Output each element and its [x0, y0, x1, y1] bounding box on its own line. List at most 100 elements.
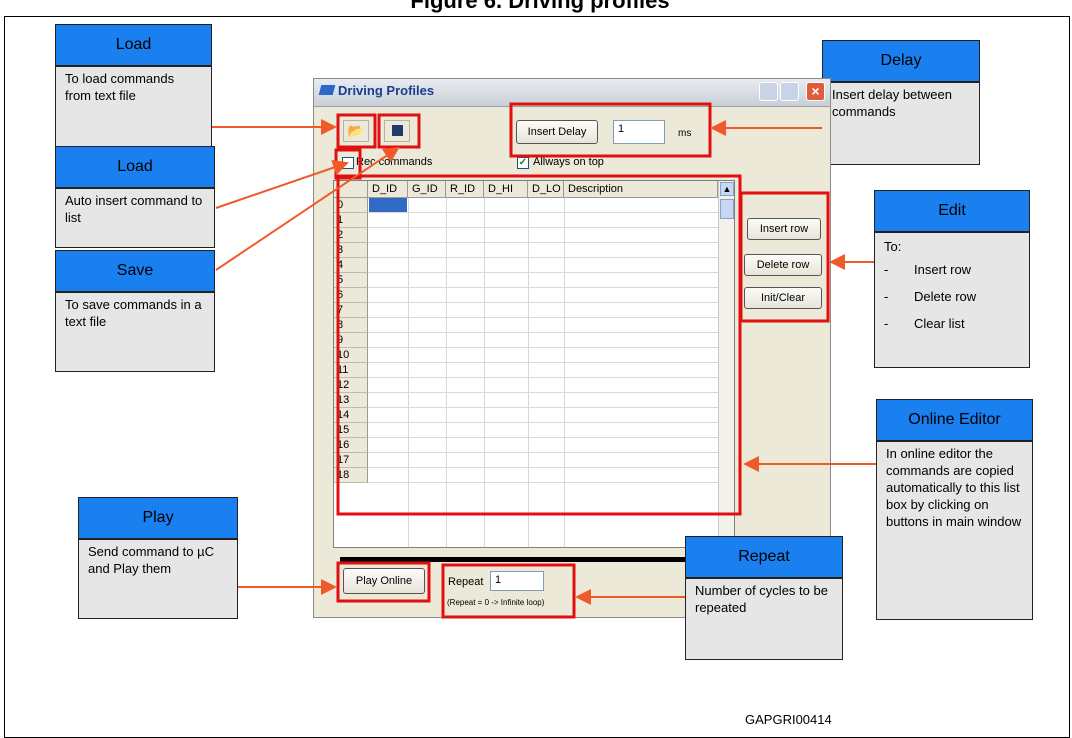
callout-text: Auto insert command to list — [55, 188, 215, 248]
play-online-button[interactable]: Play Online — [343, 568, 425, 594]
callout-title: Repeat — [685, 536, 843, 578]
table-row[interactable] — [368, 243, 718, 258]
callout-text: To load commands from text file — [55, 66, 212, 149]
grid-vertical-scrollbar[interactable]: ▲ — [718, 181, 734, 547]
table-row[interactable] — [368, 303, 718, 318]
column-header-g-id[interactable]: G_ID — [408, 181, 446, 198]
scroll-up-icon[interactable]: ▲ — [720, 182, 734, 196]
table-row[interactable] — [368, 438, 718, 453]
column-header-d-hi[interactable]: D_HI — [484, 181, 528, 198]
callout-title: Online Editor — [876, 399, 1033, 441]
close-icon[interactable]: × — [806, 82, 825, 101]
floppy-disk-icon — [391, 125, 403, 136]
table-row[interactable] — [368, 288, 718, 303]
callout-online-editor: Online Editor In online editor the comma… — [876, 399, 1033, 620]
open-folder-icon: 📂 — [347, 123, 365, 138]
row-header[interactable]: 12 — [334, 378, 368, 393]
row-header[interactable]: 8 — [334, 318, 368, 333]
edit-list-item: - Insert row — [884, 262, 972, 277]
callout-load-file: Load To load commands from text file — [55, 24, 212, 149]
insert-row-button[interactable]: Insert row — [747, 218, 821, 240]
row-header[interactable]: 15 — [334, 423, 368, 438]
callout-play: Play Send command to µC and Play them — [78, 497, 238, 619]
title-bar[interactable]: Driving Profiles × — [314, 79, 830, 107]
callout-delay: Delay Insert delay between commands — [822, 40, 980, 165]
table-row[interactable] — [368, 363, 718, 378]
row-header[interactable]: 4 — [334, 258, 368, 273]
callout-text: To save commands in a text file — [55, 292, 215, 372]
callout-title: Load — [55, 24, 212, 66]
app-icon — [318, 85, 336, 95]
callout-edit-body: To: - Insert row - Delete row - Clear list — [874, 232, 1030, 368]
row-header[interactable]: 3 — [334, 243, 368, 258]
callout-edit: Edit To: - Insert row - Delete row - Clear … — [874, 190, 1030, 368]
row-header[interactable]: 11 — [334, 363, 368, 378]
minimize-icon[interactable] — [759, 82, 778, 101]
callout-text: Send command to µC and Play them — [78, 539, 238, 619]
always-on-top-checkbox[interactable]: ✓ — [517, 157, 529, 169]
table-row[interactable] — [368, 333, 718, 348]
table-row[interactable] — [368, 348, 718, 363]
row-header[interactable]: 7 — [334, 303, 368, 318]
row-header[interactable]: 14 — [334, 408, 368, 423]
rec-commands-label: Rec commands — [356, 156, 433, 168]
row-header[interactable]: 10 — [334, 348, 368, 363]
callout-edit-intro: To: — [884, 239, 902, 254]
edit-list: - Insert row - Delete row - Clear list — [884, 261, 1020, 332]
table-row[interactable] — [368, 468, 718, 483]
grid-corner-header — [334, 181, 368, 198]
row-header[interactable]: 5 — [334, 273, 368, 288]
callout-text: Insert delay between commands — [822, 82, 980, 165]
row-header[interactable]: 9 — [334, 333, 368, 348]
table-row[interactable] — [368, 198, 718, 213]
table-row[interactable] — [368, 318, 718, 333]
maximize-icon[interactable] — [780, 82, 799, 101]
callout-load-auto: Load Auto insert command to list — [55, 146, 215, 248]
delay-input[interactable]: 1 — [613, 120, 665, 144]
column-header-description[interactable]: Description — [564, 181, 718, 198]
callout-title: Play — [78, 497, 238, 539]
table-row[interactable] — [368, 213, 718, 228]
table-row[interactable] — [368, 453, 718, 468]
row-header[interactable]: 13 — [334, 393, 368, 408]
repeat-hint: (Repeat = 0 -> Infinite loop) — [447, 598, 545, 607]
open-folder-button[interactable]: 📂 — [343, 120, 369, 142]
callout-title: Save — [55, 250, 215, 292]
save-file-button[interactable] — [384, 120, 410, 142]
delete-row-button[interactable]: Delete row — [744, 254, 822, 276]
callout-text: In online editor the commands are copied… — [876, 441, 1033, 620]
init-clear-button[interactable]: Init/Clear — [744, 287, 822, 309]
edit-list-item: - Clear list — [884, 316, 965, 331]
callout-repeat: Repeat Number of cycles to be repeated — [685, 536, 843, 660]
edit-list-item: - Delete row — [884, 289, 977, 304]
column-header-d-id[interactable]: D_ID — [368, 181, 408, 198]
column-header-d-lo[interactable]: D_LO — [528, 181, 564, 198]
table-row[interactable] — [368, 378, 718, 393]
row-header[interactable]: 2 — [334, 228, 368, 243]
table-row[interactable] — [368, 258, 718, 273]
row-header[interactable]: 0 — [334, 198, 368, 213]
table-row[interactable] — [368, 273, 718, 288]
row-header[interactable]: 18 — [334, 468, 368, 483]
row-header[interactable]: 16 — [334, 438, 368, 453]
row-header[interactable]: 6 — [334, 288, 368, 303]
horizontal-scrollbar[interactable] — [340, 557, 736, 562]
column-header-r-id[interactable]: R_ID — [446, 181, 484, 198]
callout-title: Edit — [874, 190, 1030, 232]
scroll-thumb[interactable] — [720, 199, 734, 219]
row-header[interactable]: 1 — [334, 213, 368, 228]
command-list-grid[interactable]: D_ID G_ID R_ID D_HI D_LO Description 0 1… — [333, 180, 735, 548]
insert-delay-button[interactable]: Insert Delay — [516, 120, 598, 144]
callout-save: Save To save commands in a text file — [55, 250, 215, 372]
table-row[interactable] — [368, 228, 718, 243]
table-row[interactable] — [368, 408, 718, 423]
rec-commands-checkbox[interactable] — [342, 157, 354, 169]
table-row[interactable] — [368, 423, 718, 438]
callout-title: Load — [55, 146, 215, 188]
table-row[interactable] — [368, 393, 718, 408]
always-on-top-label: Allways on top — [533, 156, 604, 168]
repeat-input[interactable]: 1 — [490, 571, 544, 591]
row-header[interactable]: 17 — [334, 453, 368, 468]
repeat-label: Repeat — [448, 576, 484, 588]
selected-cell[interactable] — [369, 198, 407, 212]
